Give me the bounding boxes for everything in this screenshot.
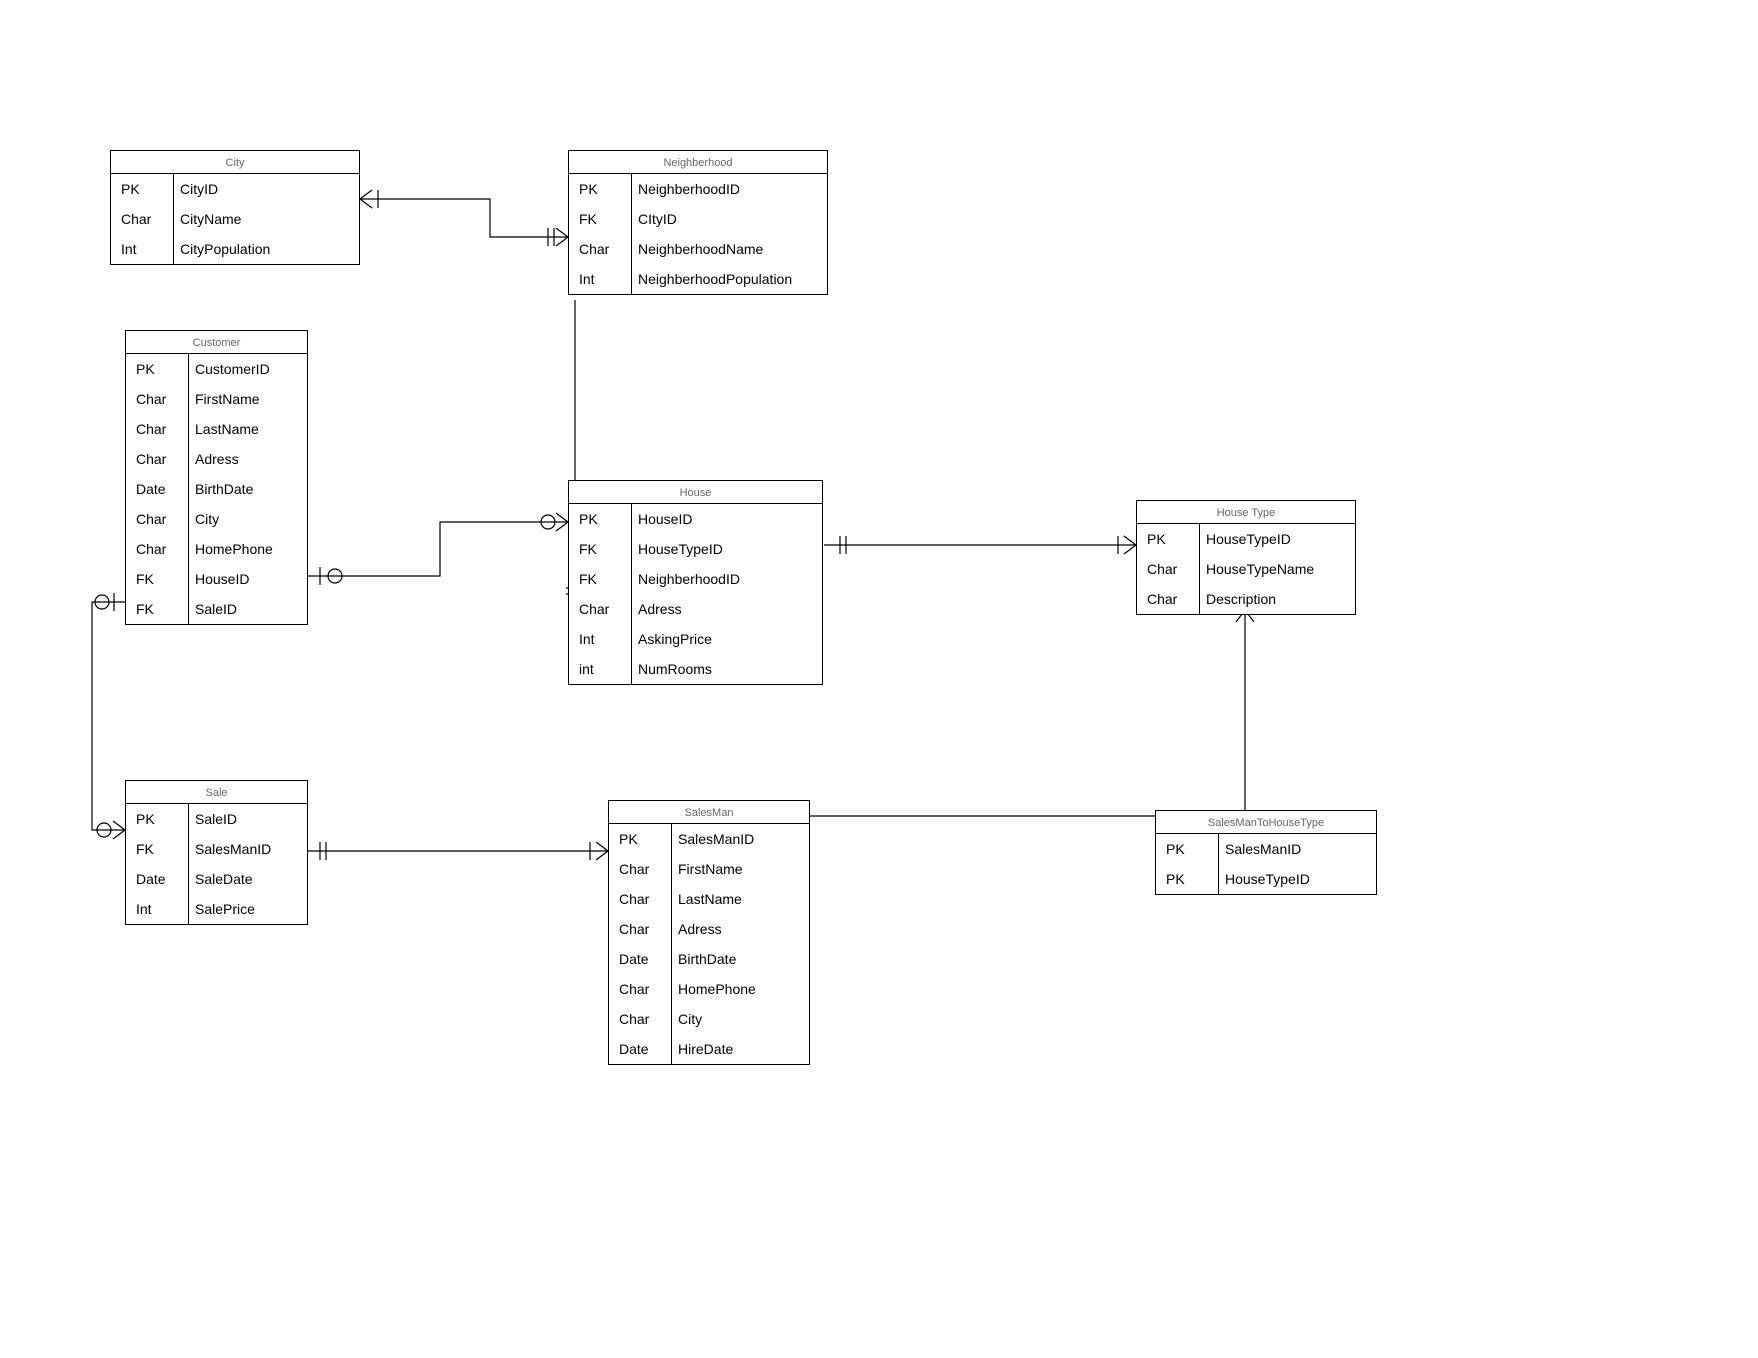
table-row: PKHouseTypeID	[1156, 864, 1376, 894]
entity-housetype-attrs: PKHouseTypeID CharHouseTypeName CharDesc…	[1137, 524, 1355, 614]
entity-sale-attrs: PKSaleID FKSalesManID DateSaleDate IntSa…	[126, 804, 307, 924]
table-row: CharNeighberhoodName	[569, 234, 827, 264]
entity-neighborhood: Neighberhood PKNeighberhoodID FKCItyID C…	[568, 150, 828, 295]
table-row: CharHouseTypeName	[1137, 554, 1355, 584]
table-row: CharCity	[126, 504, 307, 534]
table-row: CharFirstName	[609, 854, 809, 884]
entity-salesman: SalesMan PKSalesManID CharFirstName Char…	[608, 800, 810, 1065]
entity-salesman-title: SalesMan	[609, 801, 809, 824]
table-row: PKSaleID	[126, 804, 307, 834]
table-row: IntNeighberhoodPopulation	[569, 264, 827, 294]
table-row: DateHireDate	[609, 1034, 809, 1064]
table-row: FKNeighberhoodID	[569, 564, 822, 594]
entity-house-attrs: PKHouseID FKHouseTypeID FKNeighberhoodID…	[569, 504, 822, 684]
table-row: FKCItyID	[569, 204, 827, 234]
table-row: PKCustomerID	[126, 354, 307, 384]
table-row: CharHomePhone	[126, 534, 307, 564]
table-row: FKHouseTypeID	[569, 534, 822, 564]
table-row: CharFirstName	[126, 384, 307, 414]
entity-neighborhood-attrs: PKNeighberhoodID FKCItyID CharNeighberho…	[569, 174, 827, 294]
table-row: CharAdress	[569, 594, 822, 624]
table-row: IntAskingPrice	[569, 624, 822, 654]
entity-housetype-title: House Type	[1137, 501, 1355, 524]
table-row: CharAdress	[126, 444, 307, 474]
table-row: IntSalePrice	[126, 894, 307, 924]
entity-neighborhood-title: Neighberhood	[569, 151, 827, 174]
table-row: CharDescription	[1137, 584, 1355, 614]
entity-salesman-attrs: PKSalesManID CharFirstName CharLastName …	[609, 824, 809, 1064]
table-row: DateBirthDate	[609, 944, 809, 974]
table-row: PKHouseID	[569, 504, 822, 534]
table-row: intNumRooms	[569, 654, 822, 684]
table-row: PKCityID	[111, 174, 359, 204]
entity-customer-title: Customer	[126, 331, 307, 354]
table-row: DateBirthDate	[126, 474, 307, 504]
table-row: PKSalesManID	[1156, 834, 1376, 864]
entity-sale: Sale PKSaleID FKSalesManID DateSaleDate …	[125, 780, 308, 925]
table-row: FKSaleID	[126, 594, 307, 624]
table-row: CharLastName	[126, 414, 307, 444]
entity-house-title: House	[569, 481, 822, 504]
table-row: CharCityName	[111, 204, 359, 234]
entity-customer: Customer PKCustomerID CharFirstName Char…	[125, 330, 308, 625]
entity-salesmantohousetype-attrs: PKSalesManID PKHouseTypeID	[1156, 834, 1376, 894]
table-row: DateSaleDate	[126, 864, 307, 894]
entity-salesmantohousetype: SalesManToHouseType PKSalesManID PKHouse…	[1155, 810, 1377, 895]
entity-housetype: House Type PKHouseTypeID CharHouseTypeNa…	[1136, 500, 1356, 615]
entity-city-attrs: PKCityID CharCityName IntCityPopulation	[111, 174, 359, 264]
entity-salesmantohousetype-title: SalesManToHouseType	[1156, 811, 1376, 834]
table-row: CharLastName	[609, 884, 809, 914]
table-row: CharHomePhone	[609, 974, 809, 1004]
table-row: PKHouseTypeID	[1137, 524, 1355, 554]
entity-city: City PKCityID CharCityName IntCityPopula…	[110, 150, 360, 265]
table-row: CharAdress	[609, 914, 809, 944]
table-row: IntCityPopulation	[111, 234, 359, 264]
entity-city-title: City	[111, 151, 359, 174]
table-row: FKSalesManID	[126, 834, 307, 864]
table-row: FKHouseID	[126, 564, 307, 594]
entity-house: House PKHouseID FKHouseTypeID FKNeighber…	[568, 480, 823, 685]
table-row: CharCity	[609, 1004, 809, 1034]
entity-customer-attrs: PKCustomerID CharFirstName CharLastName …	[126, 354, 307, 624]
table-row: PKNeighberhoodID	[569, 174, 827, 204]
table-row: PKSalesManID	[609, 824, 809, 854]
entity-sale-title: Sale	[126, 781, 307, 804]
